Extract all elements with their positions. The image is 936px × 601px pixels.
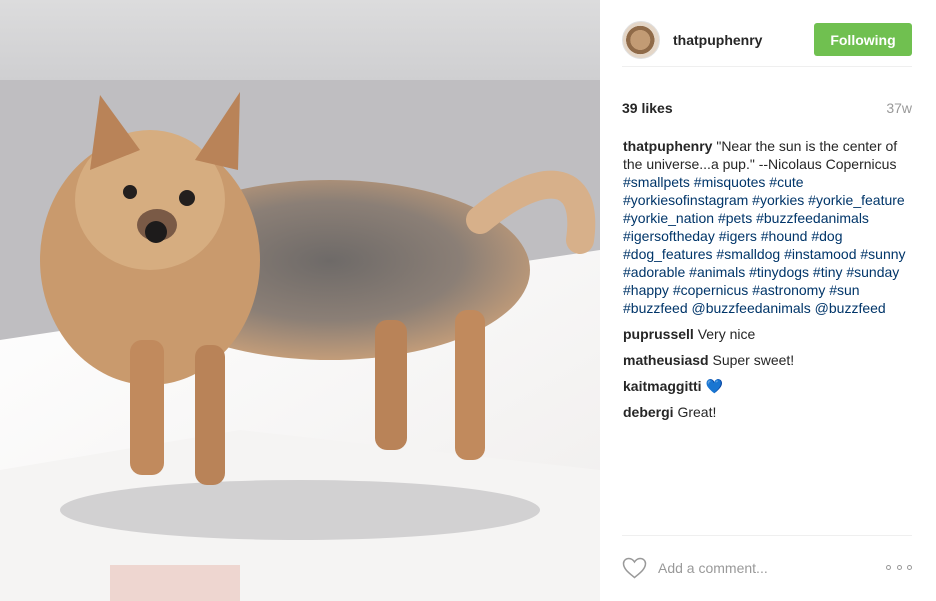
post-caption: thatpuphenry "Near the sun is the center… (623, 137, 915, 317)
more-options-icon[interactable] (886, 558, 912, 576)
likes-count[interactable]: 39 likes (622, 100, 673, 116)
caption-author[interactable]: thatpuphenry (623, 138, 712, 154)
comment-author[interactable]: matheusiasd (623, 352, 709, 368)
comment-author[interactable]: puprussell (623, 326, 694, 342)
author-username[interactable]: thatpuphenry (673, 32, 762, 48)
author-avatar[interactable] (622, 21, 660, 59)
comment-text: Super sweet! (712, 352, 795, 368)
comment-text: Very nice (697, 326, 756, 342)
comment-author[interactable]: debergi (623, 404, 674, 420)
add-comment-input[interactable] (658, 556, 858, 580)
likes-row: 39 likes 37w (622, 100, 912, 118)
comment-text: Great! (677, 404, 717, 420)
post-details-panel: thatpuphenry Following 39 likes 37w that… (600, 0, 936, 601)
caption-hashtags[interactable]: #smallpets #misquotes #cute #yorkiesofin… (623, 174, 906, 316)
comments-list: thatpuphenry "Near the sun is the center… (623, 137, 915, 421)
post-photo[interactable] (0, 0, 600, 601)
dog-photo (0, 0, 600, 601)
blue-heart-emoji: 💙 (705, 378, 723, 394)
comment-item: matheusiasd Super sweet! (623, 351, 915, 369)
comment-item: kaitmaggitti 💙 (623, 377, 915, 395)
following-button[interactable]: Following (814, 23, 912, 56)
post-footer (622, 535, 912, 601)
comment-item: puprussell Very nice (623, 325, 915, 343)
post-timestamp[interactable]: 37w (886, 100, 912, 116)
comment-item: debergi Great! (623, 403, 915, 421)
comment-author[interactable]: kaitmaggitti (623, 378, 702, 394)
heart-outline-icon[interactable] (622, 557, 647, 579)
post-header: thatpuphenry Following (622, 15, 912, 67)
